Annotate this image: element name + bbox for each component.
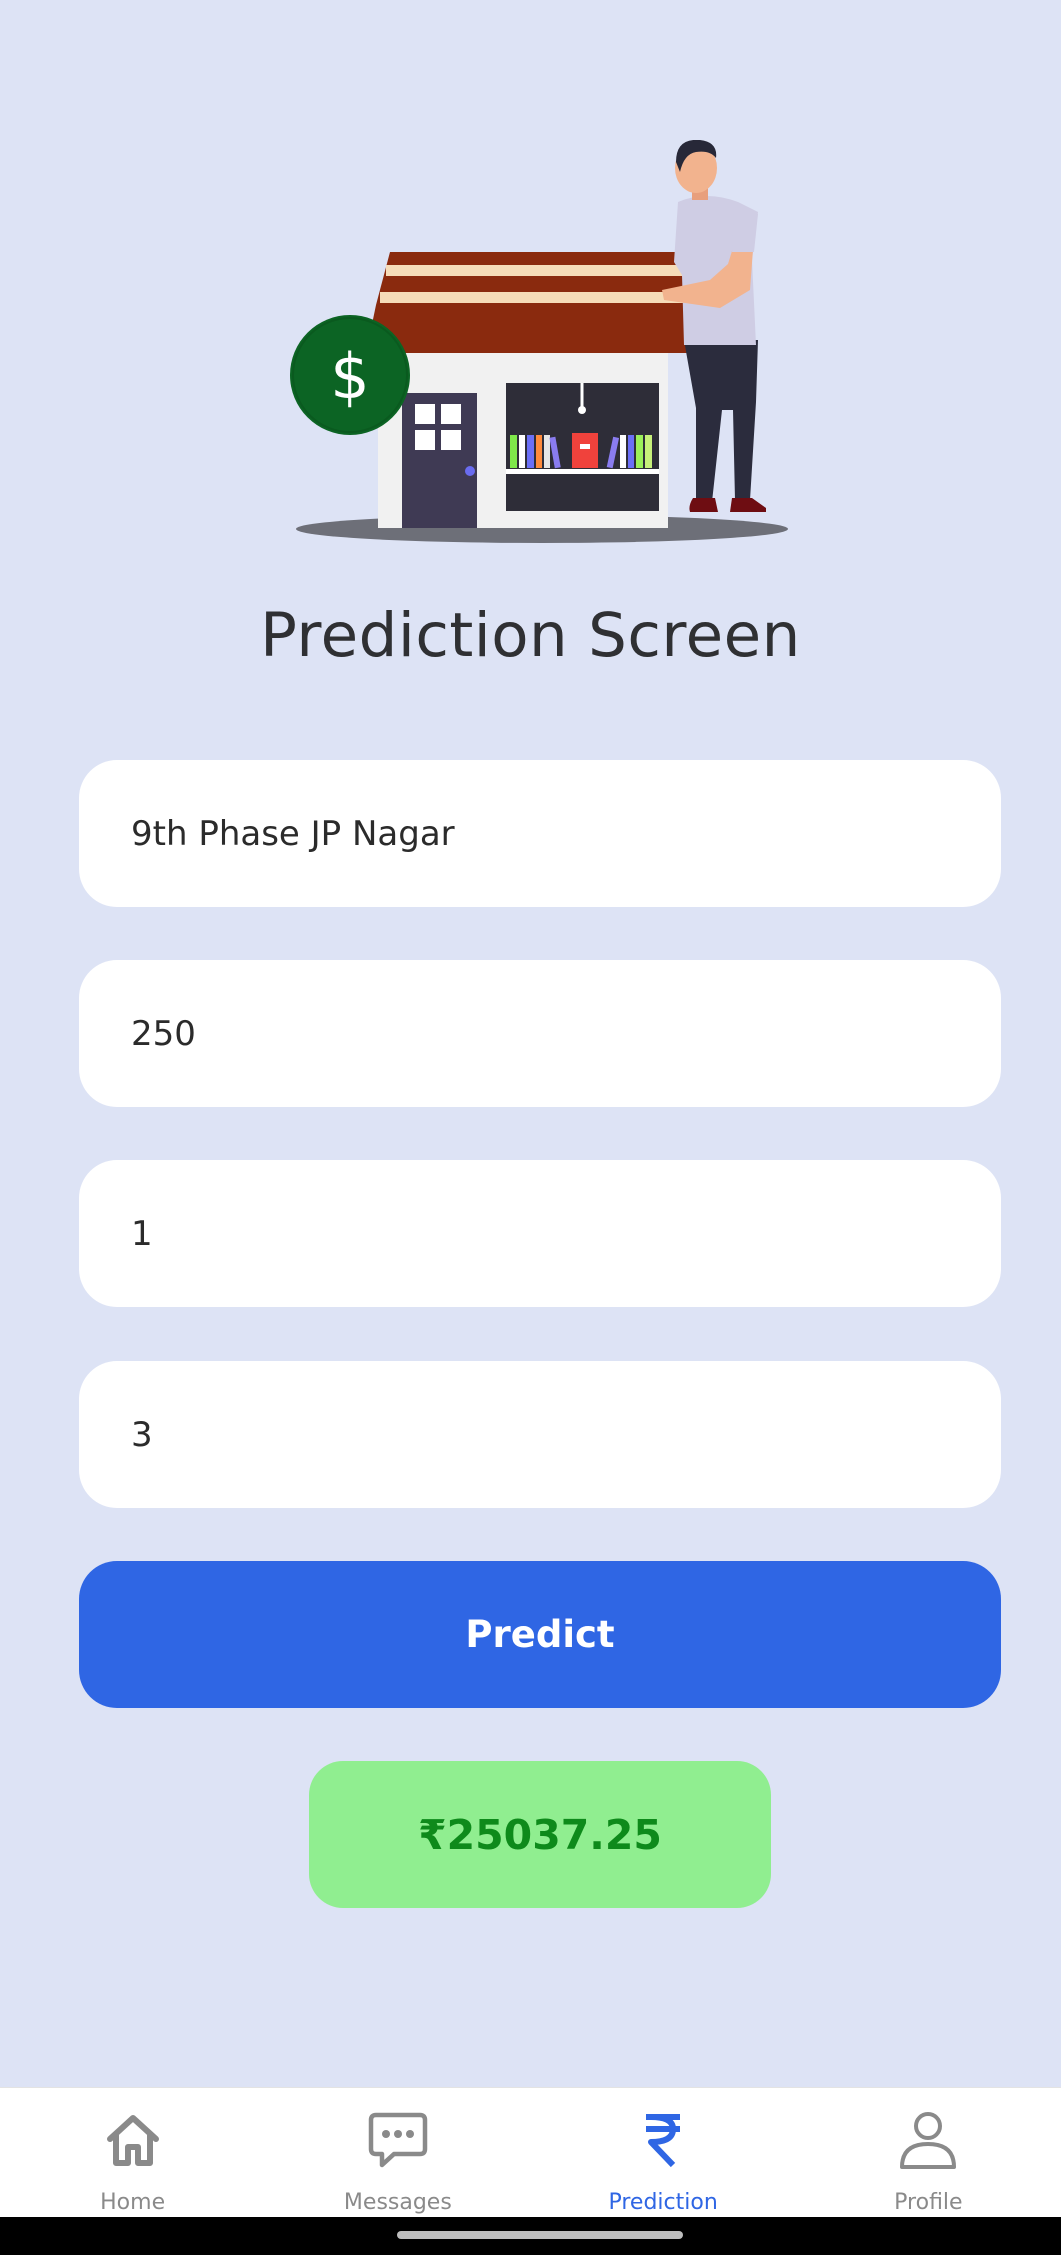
nav-label-prediction: Prediction (608, 2190, 718, 2215)
bath-field[interactable] (79, 1160, 1001, 1307)
nav-item-profile[interactable]: Profile (796, 2088, 1061, 2218)
home-gesture-handle[interactable] (397, 2231, 683, 2239)
predict-button[interactable]: Predict (79, 1561, 1001, 1708)
rupee-icon (631, 2108, 695, 2172)
area-input[interactable] (131, 1013, 1001, 1054)
nav-item-home[interactable]: Home (0, 2088, 265, 2218)
dollar-sign: $ (330, 340, 369, 413)
bhk-input[interactable] (131, 1414, 1001, 1455)
location-input[interactable] (131, 813, 1001, 854)
area-field[interactable] (79, 960, 1001, 1107)
home-icon (101, 2108, 165, 2172)
nav-item-prediction[interactable]: Prediction (531, 2088, 796, 2218)
nav-label-profile: Profile (894, 2190, 963, 2215)
house-illustration: $ (290, 140, 788, 543)
page-title: Prediction Screen (260, 600, 801, 671)
bath-input[interactable] (131, 1213, 1001, 1254)
chat-icon (366, 2108, 430, 2172)
person-icon (896, 2108, 960, 2172)
system-navigation-bar (0, 2217, 1061, 2255)
nav-label-messages: Messages (343, 2190, 452, 2215)
bottom-navigation: Home Messages Prediction Profile (0, 2087, 1061, 2218)
bhk-field[interactable] (79, 1361, 1001, 1508)
nav-label-home: Home (100, 2190, 166, 2215)
nav-item-messages[interactable]: Messages (265, 2088, 530, 2218)
location-field[interactable] (79, 760, 1001, 907)
predicted-price: ₹25037.25 (309, 1761, 771, 1908)
